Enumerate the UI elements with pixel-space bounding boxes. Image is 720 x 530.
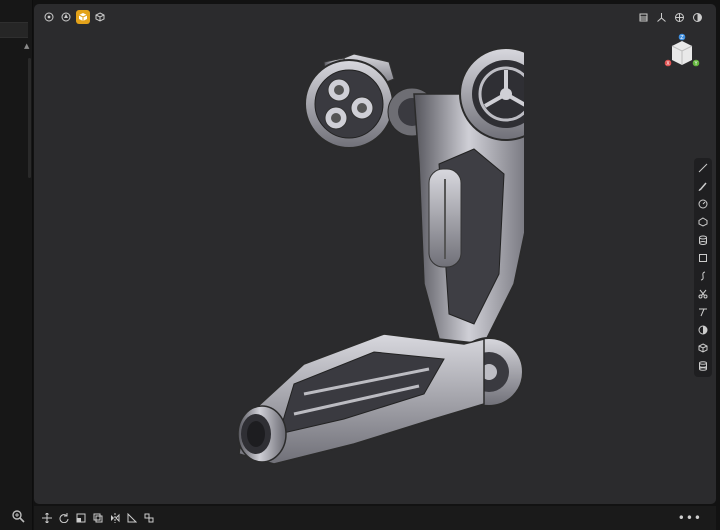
scale-icon[interactable] (74, 511, 88, 525)
collapse-caret-icon[interactable]: ▲ (24, 42, 29, 50)
solid-view-icon[interactable] (76, 10, 90, 24)
sketch-toolbar (694, 158, 712, 377)
circle-icon[interactable] (696, 197, 710, 211)
robotic-arm-model[interactable] (184, 34, 524, 494)
polygon-icon[interactable] (696, 215, 710, 229)
view-mode-toolbar (42, 10, 107, 24)
wireframe-view-icon[interactable] (93, 10, 107, 24)
line-icon[interactable] (696, 161, 710, 175)
left-side-panel: ▲ (0, 0, 33, 530)
more-options-button[interactable]: ••• (678, 511, 702, 525)
move-icon[interactable] (40, 511, 54, 525)
panel-scrollbar[interactable] (28, 58, 31, 178)
mirror-icon[interactable] (108, 511, 122, 525)
3d-viewport[interactable]: Z X Y (34, 4, 716, 504)
cube-icon[interactable] (696, 341, 710, 355)
view-cube-x-label: X (666, 61, 670, 67)
snap-icon[interactable] (672, 10, 686, 24)
settings-icon[interactable] (42, 10, 56, 24)
axes-icon[interactable] (654, 10, 668, 24)
view-cube[interactable]: Z X Y (662, 32, 702, 72)
zoom-icon[interactable] (11, 509, 25, 523)
trim-icon[interactable] (696, 305, 710, 319)
cylinder-icon[interactable] (696, 233, 710, 247)
rectangle-icon[interactable] (696, 251, 710, 265)
view-cube-z-label: Z (680, 35, 684, 41)
layers-icon[interactable] (636, 10, 650, 24)
appearance-icon[interactable] (59, 10, 73, 24)
array-icon[interactable] (142, 511, 156, 525)
contrast-icon[interactable] (696, 323, 710, 337)
display-toolbar (636, 10, 704, 24)
pen-icon[interactable] (696, 179, 710, 193)
display-mode-icon[interactable] (690, 10, 704, 24)
measure-icon[interactable] (125, 511, 139, 525)
database-icon[interactable] (696, 359, 710, 373)
scissors-icon[interactable] (696, 287, 710, 301)
copy-icon[interactable] (91, 511, 105, 525)
panel-header-strip[interactable] (0, 22, 28, 38)
rotate-icon[interactable] (57, 511, 71, 525)
bottom-toolbar: ••• (34, 506, 716, 530)
curve-icon[interactable] (696, 269, 710, 283)
